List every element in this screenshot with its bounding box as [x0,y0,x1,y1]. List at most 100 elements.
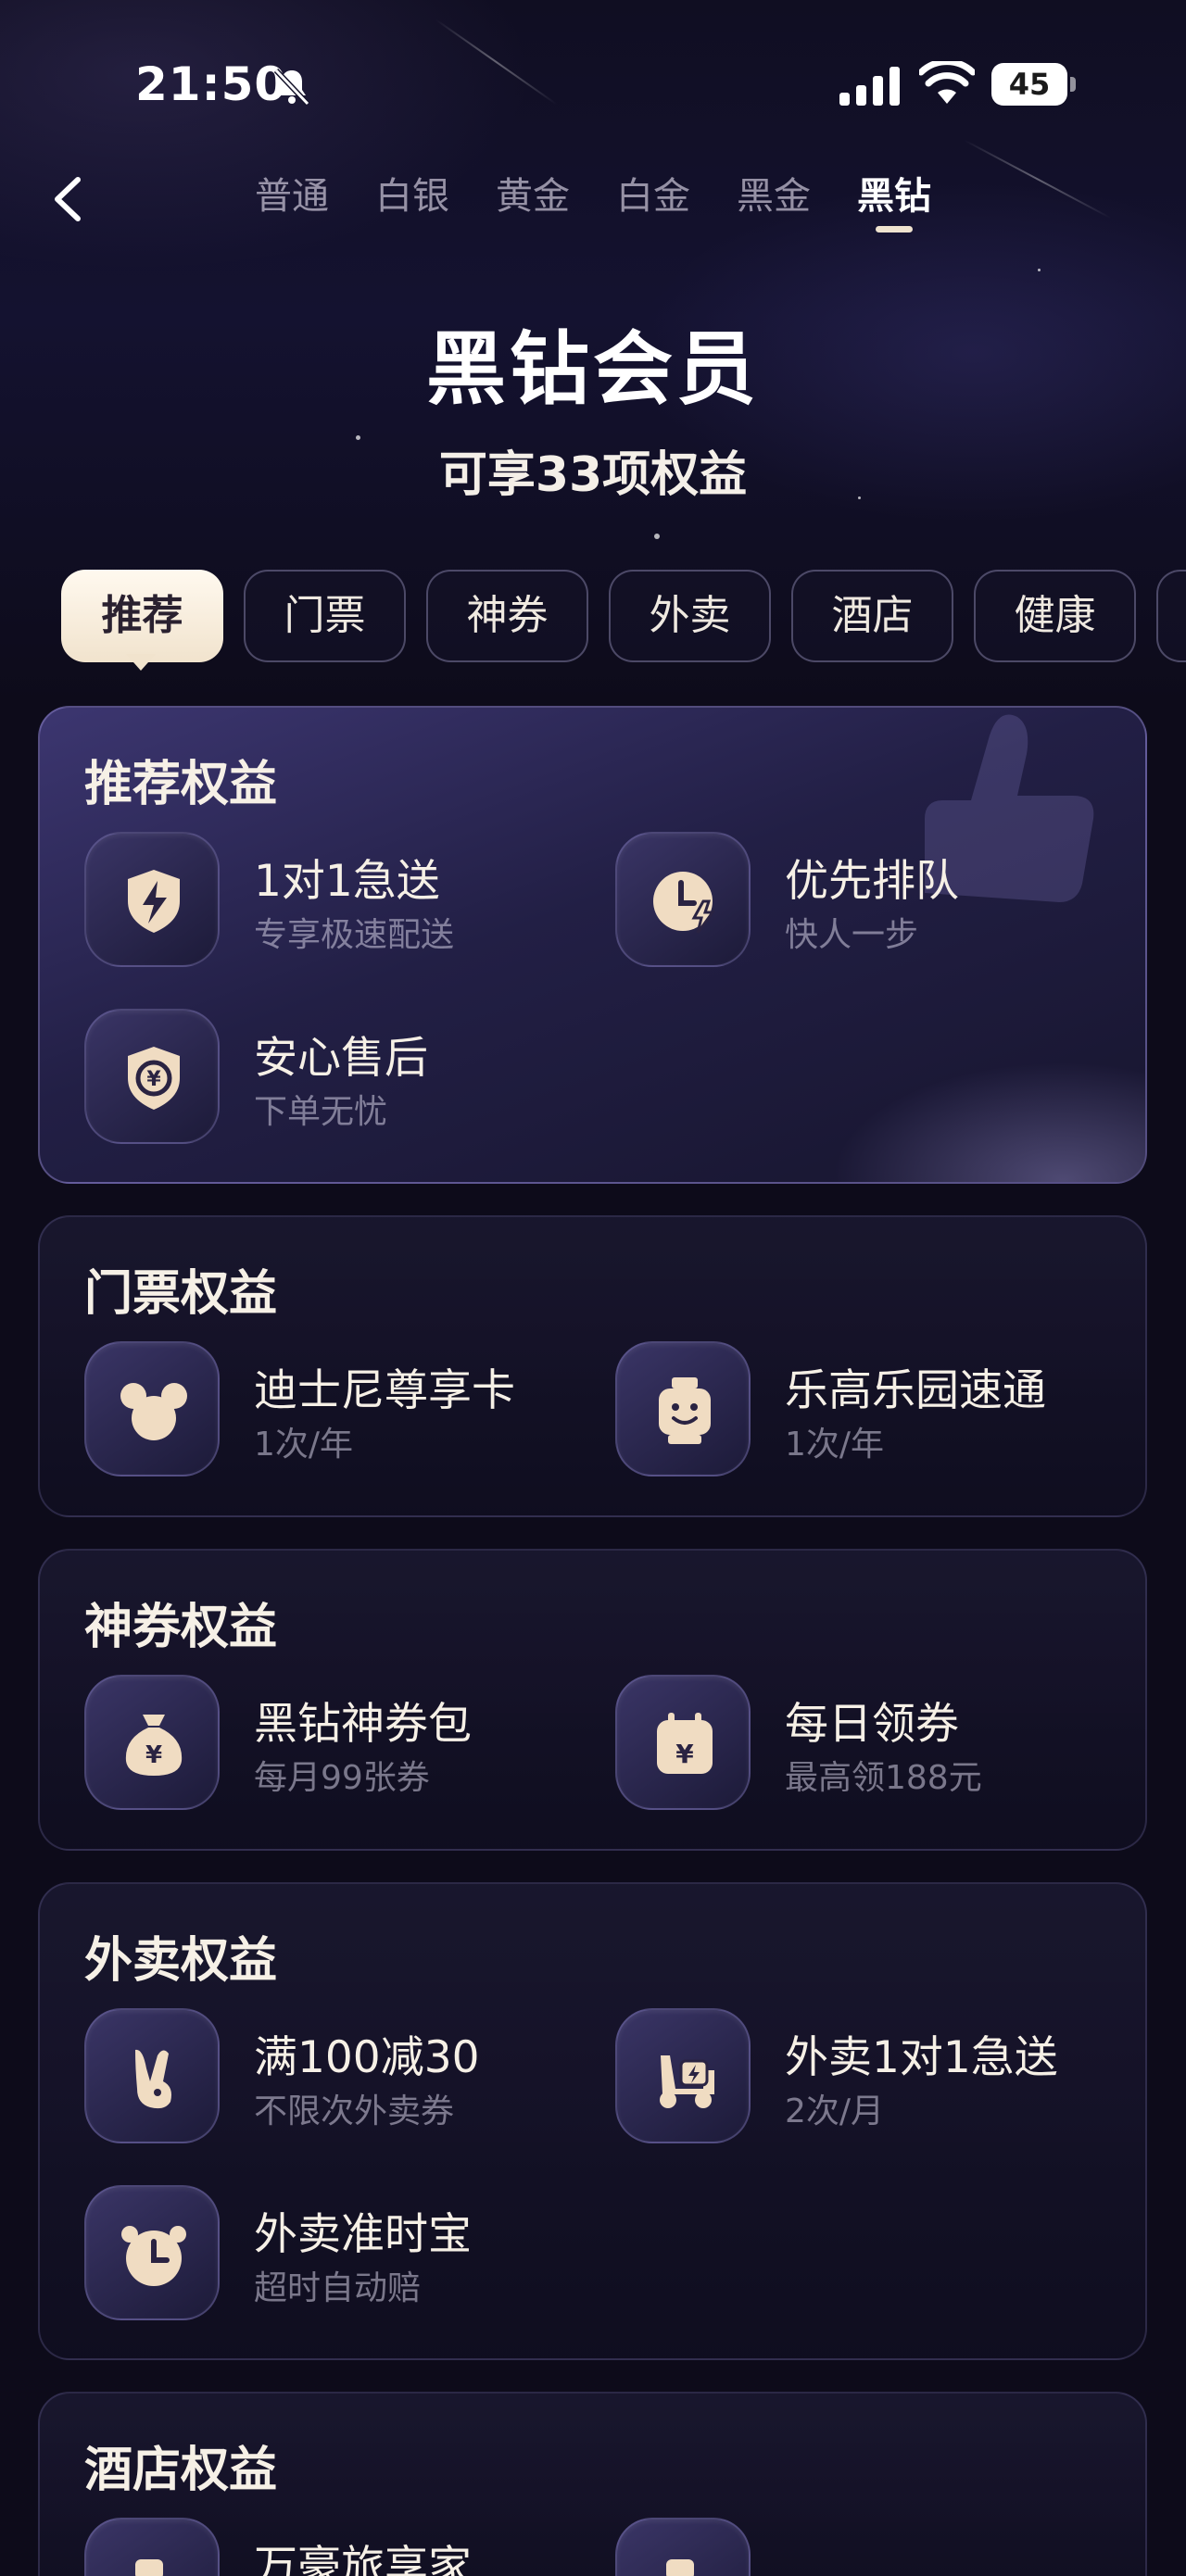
benefit-desc: 2次/月 [785,2092,885,2130]
star-decoration [1038,269,1041,271]
yuan-shield-icon: ¥ [128,1047,180,1110]
benefit-desc: 下单无忧 [254,1093,388,1131]
wifi-icon [919,61,975,104]
benefit-item[interactable]: 满100减30 不限次外卖券 [84,2008,603,2147]
section-recommend: 推荐权益 1对1急送 专享极速配送 优先排队 快人一步 ¥ 安心售后 下单无忧 [38,706,1147,1184]
section-title: 门票权益 [84,1266,278,1322]
tier-tabs: 普通 白银 黄金 白金 黑金 黑钻 [222,172,964,237]
chip-coupon[interactable]: 神券 [426,570,588,662]
section-title: 推荐权益 [84,757,278,812]
chip-hotel[interactable]: 酒店 [791,570,953,662]
benefit-icon-box [84,2518,220,2576]
benefit-icon-box: ¥ [84,1009,220,1144]
bell-slash-icon [273,68,310,107]
tab-baiyin[interactable]: 白银 [352,172,473,237]
section-coupon: 神券权益 ¥ 黑钻神券包 每月99张券 ¥ 每日领券 最高领188元 [38,1549,1147,1851]
chip-recommend[interactable]: 推荐 [61,570,223,662]
lego-head-icon [659,1377,711,1444]
svg-text:¥: ¥ [146,1068,161,1091]
benefit-icon-box: ¥ [84,1675,220,1810]
status-bar: 21:50 45 [0,0,1186,176]
benefit-item[interactable]: 迪士尼尊享卡 1次/年 [84,1341,603,1480]
benefit-icon-box [84,1341,220,1476]
benefit-icon-box [84,2008,220,2143]
benefit-title: 迪士尼尊享卡 [254,1365,515,1416]
benefit-item[interactable]: ¥ 安心售后 下单无忧 [84,1009,603,1148]
section-title: 酒店权益 [84,2443,278,2498]
benefit-title: 满100减30 [254,2032,480,2083]
tab-heijin[interactable]: 黑金 [713,172,834,237]
tab-heizuan[interactable]: 黑钻 [834,172,954,237]
benefit-title: 乐高乐园速通 [785,1365,1046,1416]
tab-putong[interactable]: 普通 [232,172,352,237]
battery-indicator: 45 [991,63,1077,106]
benefit-icon-box: ¥ [615,1675,751,1810]
tab-baijin[interactable]: 白金 [593,172,713,237]
money-bag-icon: ¥ [125,1715,183,1776]
clock-lightning-icon [653,872,715,934]
hotel-icon [135,2559,163,2576]
active-tab-indicator [876,226,913,232]
category-chips: 推荐 门票 神券 外卖 酒店 健康 [61,570,1186,662]
benefit-desc: 专享极速配送 [254,916,455,954]
page-subtitle: 可享33项权益 [438,447,748,503]
section-delivery: 外卖权益 满100减30 不限次外卖券 外卖1对1急送 2次/月 外卖准时宝 超… [38,1882,1147,2360]
benefit-item[interactable] [615,2518,1134,2576]
benefit-desc: 最高领188元 [785,1759,982,1797]
benefit-item[interactable]: 乐高乐园速通 1次/年 [615,1341,1134,1480]
section-ticket: 门票权益 迪士尼尊享卡 1次/年 乐高乐园速通 1次/年 [38,1215,1147,1517]
benefit-title: 安心售后 [254,1033,428,1084]
benefit-icon-box [84,2185,220,2320]
benefit-title: 外卖准时宝 [254,2209,472,2260]
card-shine [830,1062,1145,1182]
chip-delivery[interactable]: 外卖 [609,570,771,662]
benefit-icon-box [615,832,751,967]
section-title: 外卖权益 [84,1933,278,1989]
status-time: 21:50 [135,57,288,111]
benefit-item[interactable]: ¥ 黑钻神券包 每月99张券 [84,1675,603,1814]
page-title: 黑钻会员 [426,323,760,416]
alarm-clock-icon [121,2226,186,2286]
tab-huangjin[interactable]: 黄金 [473,172,593,237]
benefit-title: 1对1急送 [254,856,440,907]
benefit-item[interactable]: 外卖1对1急送 2次/月 [615,2008,1134,2147]
chip-more[interactable] [1156,570,1186,662]
lightning-shield-icon [128,870,180,933]
cellular-signal-icon [839,67,900,106]
kangaroo-icon [135,2049,171,2109]
section-hotel: 酒店权益 万豪旅享家 [38,2392,1147,2576]
benefit-title: 优先排队 [785,856,959,907]
benefit-desc: 1次/年 [254,1426,354,1464]
benefit-item[interactable]: 万豪旅享家 [84,2518,603,2576]
benefit-item[interactable]: 外卖准时宝 超时自动赔 [84,2185,603,2324]
benefit-title: 黑钻神券包 [254,1699,472,1750]
benefit-desc: 每月99张券 [254,1759,430,1797]
benefit-desc: 快人一步 [785,916,919,954]
svg-text:¥: ¥ [675,1739,694,1769]
benefit-icon-box [84,832,220,967]
scooter-icon [660,2055,714,2108]
hotel-icon [666,2559,694,2576]
benefit-item[interactable]: 1对1急送 专享极速配送 [84,832,603,971]
benefit-desc: 不限次外卖券 [254,2092,455,2130]
active-chip-pointer [126,654,156,671]
svg-text:¥: ¥ [145,1741,162,1769]
benefit-title: 万豪旅享家 [254,2542,472,2576]
benefit-desc: 超时自动赔 [254,2269,422,2307]
benefit-desc: 1次/年 [785,1426,885,1464]
chip-ticket[interactable]: 门票 [244,570,406,662]
mouse-ears-icon [120,1383,187,1440]
section-title: 神券权益 [84,1600,278,1655]
benefit-title: 每日领券 [785,1699,959,1750]
benefit-icon-box [615,1341,751,1476]
benefit-item[interactable]: 优先排队 快人一步 [615,832,1134,971]
back-chevron-icon[interactable] [44,167,95,232]
chip-health[interactable]: 健康 [974,570,1136,662]
star-decoration [654,534,660,539]
benefit-icon-box [615,2518,751,2576]
calendar-yuan-icon: ¥ [657,1713,713,1774]
battery-level: 45 [1008,67,1051,102]
benefit-title: 外卖1对1急送 [785,2032,1058,2083]
benefit-icon-box [615,2008,751,2143]
benefit-item[interactable]: ¥ 每日领券 最高领188元 [615,1675,1134,1814]
